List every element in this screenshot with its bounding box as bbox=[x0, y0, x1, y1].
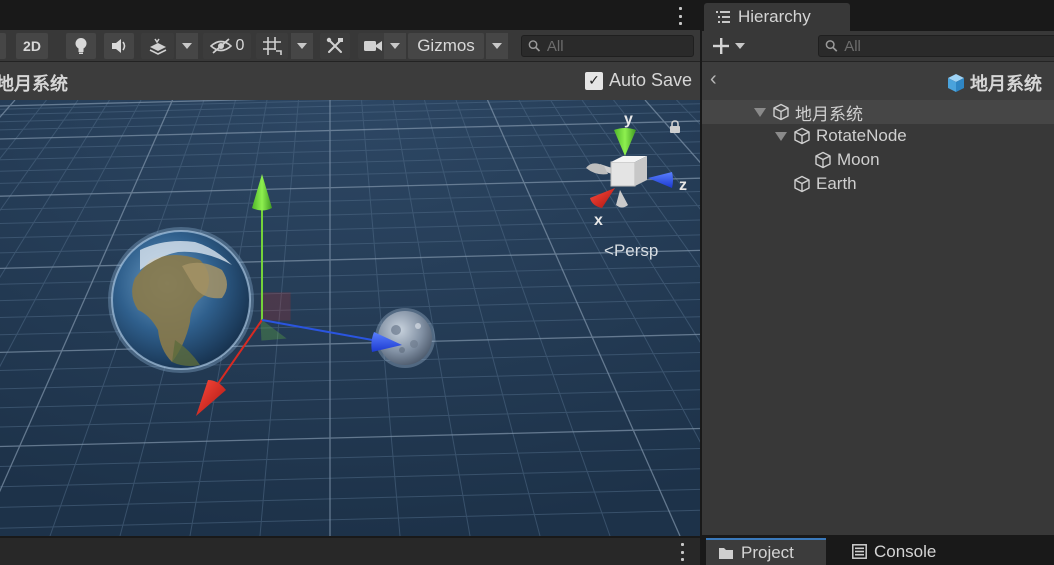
bottom-panel-menu-icon[interactable] bbox=[679, 543, 685, 561]
console-icon bbox=[852, 544, 867, 559]
bottom-tab-bar: Project Console bbox=[702, 535, 1054, 565]
camera-icon bbox=[364, 41, 382, 51]
tree-item-label: Moon bbox=[837, 150, 880, 169]
hierarchy-panel: Hierarchy ‹ 地月系统 地月系统 RotateNode bbox=[702, 0, 1054, 535]
earth-sphere[interactable] bbox=[108, 227, 254, 373]
projection-toggle[interactable]: <Persp bbox=[604, 241, 658, 261]
tab-console-label: Console bbox=[874, 541, 937, 561]
scene-viewport[interactable]: y z x <Persp bbox=[0, 100, 700, 536]
auto-save-checkbox[interactable]: ✓ bbox=[584, 71, 603, 90]
grid-dropdown[interactable] bbox=[291, 33, 313, 59]
lighting-toggle-button[interactable] bbox=[66, 33, 96, 59]
2d-toggle-button[interactable]: 2D bbox=[16, 33, 48, 59]
effects-toggle-button[interactable] bbox=[141, 33, 174, 59]
bottom-panel-header bbox=[0, 536, 700, 565]
tree-item-earth[interactable]: Earth bbox=[702, 172, 1054, 196]
lightbulb-icon bbox=[75, 38, 87, 54]
tree-item-moon[interactable]: Moon bbox=[702, 148, 1054, 172]
persp-chevron-icon: < bbox=[604, 241, 614, 260]
tree-item-earth-moon-system[interactable]: 地月系统 bbox=[702, 100, 1054, 124]
tree-item-label: RotateNode bbox=[816, 126, 907, 145]
hierarchy-list-icon bbox=[716, 11, 730, 23]
scene-title: 地月系统 bbox=[0, 74, 68, 94]
hierarchy-search-input[interactable] bbox=[838, 37, 1054, 55]
gizmos-button[interactable]: Gizmos bbox=[408, 33, 484, 59]
gizmo-xy-plane-handle[interactable] bbox=[260, 292, 291, 321]
tab-hierarchy-label: Hierarchy bbox=[738, 7, 811, 26]
scene-toolbar: 2D 0 Gizmos bbox=[0, 30, 700, 62]
tab-project-label: Project bbox=[741, 542, 794, 562]
tree-item-rotatenode[interactable]: RotateNode bbox=[702, 124, 1054, 148]
gameobject-cube-icon bbox=[794, 175, 810, 193]
scene-search-input[interactable] bbox=[540, 37, 693, 55]
chevron-down-icon bbox=[297, 43, 307, 49]
effects-layers-icon bbox=[149, 38, 166, 55]
expand-arrow-icon[interactable] bbox=[775, 131, 787, 141]
orientation-z-label: z bbox=[679, 177, 687, 194]
create-object-button[interactable] bbox=[712, 37, 745, 55]
expand-arrow-icon[interactable] bbox=[754, 107, 766, 117]
effects-dropdown[interactable] bbox=[176, 33, 198, 59]
hierarchy-scene-title: 地月系统 bbox=[946, 70, 1042, 96]
hierarchy-tab-bar: Hierarchy bbox=[702, 0, 1054, 31]
lock-icon[interactable] bbox=[669, 120, 681, 134]
search-icon bbox=[528, 40, 541, 52]
gameobject-cube-icon bbox=[794, 127, 810, 145]
back-chevron-icon[interactable]: ‹ bbox=[710, 68, 717, 91]
chevron-down-icon bbox=[390, 43, 400, 49]
scene-visibility-button[interactable]: 0 bbox=[203, 33, 251, 59]
hierarchy-tree: 地月系统 RotateNode Moon Earth bbox=[702, 100, 1054, 196]
search-icon bbox=[825, 40, 838, 52]
auto-save-label: Auto Save bbox=[608, 70, 692, 90]
eye-slash-icon bbox=[209, 38, 232, 54]
hierarchy-scene-header: ‹ 地月系统 bbox=[702, 62, 1054, 100]
orientation-y-label: y bbox=[624, 111, 633, 128]
auto-save-toggle[interactable]: ✓ Auto Save bbox=[584, 70, 692, 91]
scene-search-box bbox=[521, 35, 694, 57]
tab-project[interactable]: Project bbox=[706, 538, 826, 565]
chevron-down-icon bbox=[735, 43, 745, 49]
scene-breadcrumb-bar: 地月系统 ✓ Auto Save bbox=[0, 62, 700, 100]
orientation-x-label: x bbox=[594, 212, 603, 229]
audio-toggle-button[interactable] bbox=[104, 33, 134, 59]
scene-tab-bar bbox=[0, 0, 700, 30]
tools-icon bbox=[326, 37, 343, 53]
chevron-down-icon bbox=[182, 43, 192, 49]
gameobject-cube-icon bbox=[773, 103, 789, 121]
tab-console[interactable]: Console bbox=[840, 538, 980, 565]
camera-dropdown[interactable] bbox=[384, 33, 406, 59]
chevron-down-icon bbox=[492, 43, 502, 49]
tab-hierarchy[interactable]: Hierarchy bbox=[704, 3, 850, 31]
speaker-icon bbox=[112, 39, 126, 53]
gizmos-dropdown[interactable] bbox=[486, 33, 508, 59]
hidden-objects-count: 0 bbox=[235, 37, 245, 54]
scene-render: y z x bbox=[0, 100, 700, 536]
hierarchy-toolbar bbox=[702, 31, 1054, 62]
folder-icon bbox=[719, 547, 733, 559]
hierarchy-scene-name: 地月系统 bbox=[970, 74, 1042, 94]
grid-snap-button[interactable] bbox=[256, 33, 288, 59]
grid-icon bbox=[263, 37, 282, 55]
orientation-center-cube[interactable] bbox=[610, 161, 636, 187]
projection-label: Persp bbox=[613, 241, 659, 260]
scene-panel-menu-icon[interactable] bbox=[677, 7, 683, 25]
tools-button[interactable] bbox=[320, 33, 350, 59]
tree-item-label: Earth bbox=[816, 174, 857, 193]
scene-view-panel: 2D 0 Gizmos All 地月系统 ✓ Auto Save y z x <… bbox=[0, 0, 700, 565]
hierarchy-search-box bbox=[818, 35, 1054, 57]
toolbar-left-edge bbox=[0, 33, 6, 59]
plus-icon bbox=[713, 38, 729, 54]
tree-item-label: 地月系统 bbox=[795, 104, 863, 124]
scene-cube-icon bbox=[948, 74, 964, 92]
gameobject-cube-icon bbox=[815, 151, 831, 169]
